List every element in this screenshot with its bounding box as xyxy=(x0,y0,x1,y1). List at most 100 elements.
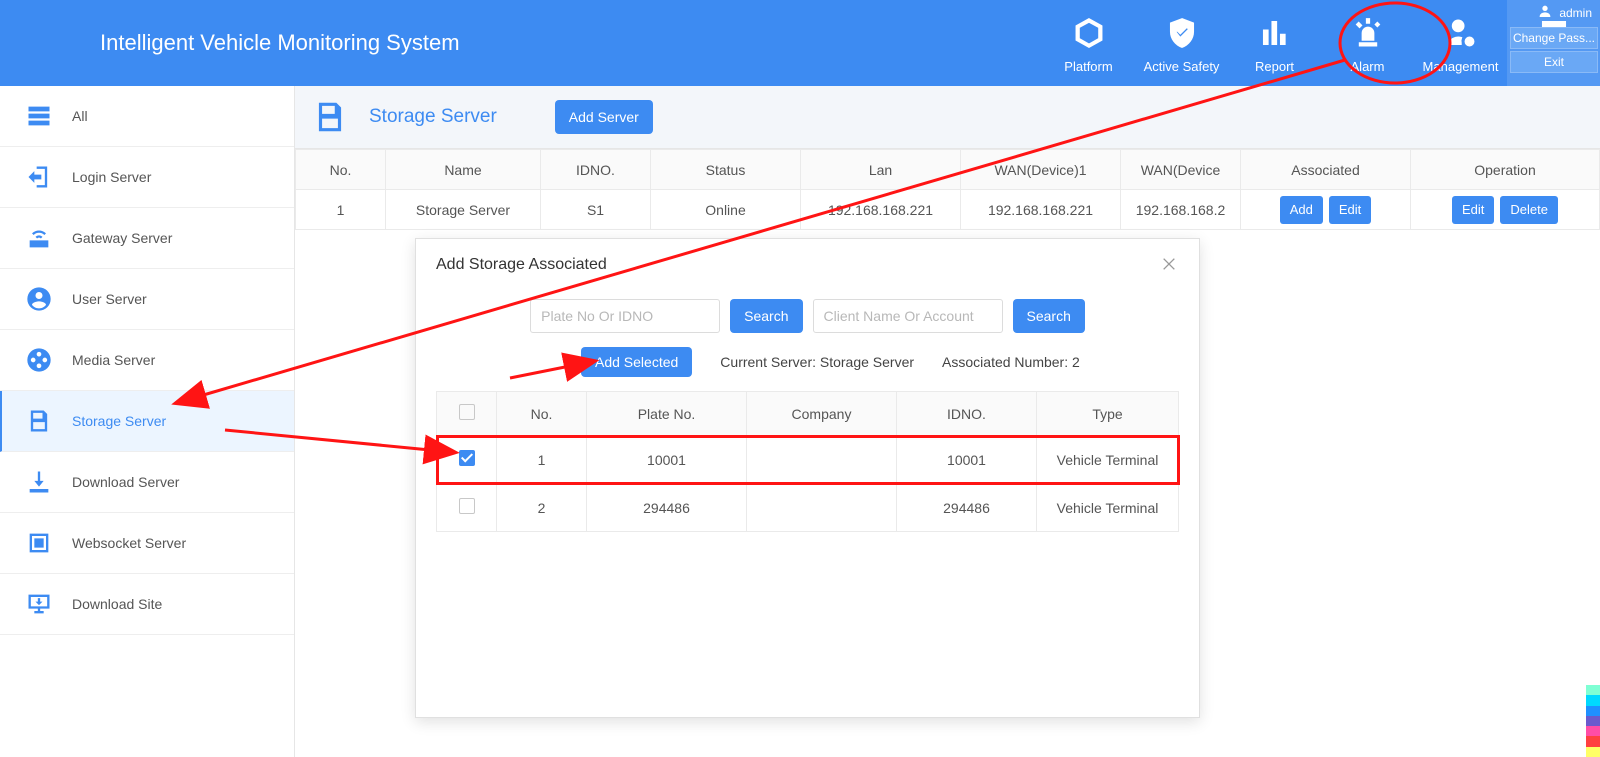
table-row: 1 Storage Server S1 Online 192.168.168.2… xyxy=(296,190,1600,230)
row-checkbox[interactable] xyxy=(459,498,475,514)
col-operation: Operation xyxy=(1411,150,1600,190)
col-no: No. xyxy=(296,150,386,190)
cell-no: 1 xyxy=(296,190,386,230)
sidebar: All Login Server Gateway Server User Ser… xyxy=(0,86,295,757)
cell-lan: 192.168.168.221 xyxy=(801,190,961,230)
row-delete-button[interactable]: Delete xyxy=(1500,196,1558,224)
col-plate: Plate No. xyxy=(587,392,747,436)
sidebar-item-label: User Server xyxy=(72,291,147,307)
app-title: Intelligent Vehicle Monitoring System xyxy=(100,30,460,56)
user-circle-icon xyxy=(24,284,54,314)
shield-check-icon xyxy=(1164,15,1200,51)
monitor-download-icon xyxy=(24,589,54,619)
modal-title: Add Storage Associated xyxy=(436,256,607,274)
col-status: Status xyxy=(651,150,801,190)
cube-icon xyxy=(1071,15,1107,51)
cell-no: 1 xyxy=(497,436,587,484)
change-pass-button[interactable]: Change Pass... xyxy=(1510,27,1598,49)
color-strip xyxy=(1586,685,1600,757)
plate-search-input[interactable] xyxy=(530,299,720,333)
cell-idno: 294486 xyxy=(897,484,1037,532)
cell-idno: 10001 xyxy=(897,436,1037,484)
sidebar-item-download-server[interactable]: Download Server xyxy=(0,452,294,513)
router-icon xyxy=(24,223,54,253)
cell-wan1: 192.168.168.221 xyxy=(961,190,1121,230)
nav-label: Platform xyxy=(1064,59,1112,74)
user-gear-icon xyxy=(1443,15,1479,51)
cell-chk xyxy=(437,484,497,532)
nav-label: Report xyxy=(1255,59,1294,74)
action-row: Add Selected Current Server: Storage Ser… xyxy=(436,347,1179,377)
plate-search-button[interactable]: Search xyxy=(730,299,802,333)
client-search-input[interactable] xyxy=(813,299,1003,333)
add-server-button[interactable]: Add Server xyxy=(555,100,653,134)
cell-idno: S1 xyxy=(541,190,651,230)
assoc-edit-button[interactable]: Edit xyxy=(1329,196,1371,224)
sidebar-item-download-site[interactable]: Download Site xyxy=(0,574,294,635)
sidebar-item-websocket-server[interactable]: Websocket Server xyxy=(0,513,294,574)
close-icon[interactable] xyxy=(1161,256,1179,274)
sidebar-item-user-server[interactable]: User Server xyxy=(0,269,294,330)
sidebar-item-login-server[interactable]: Login Server xyxy=(0,147,294,208)
cell-type: Vehicle Terminal xyxy=(1037,436,1179,484)
sidebar-item-label: Download Site xyxy=(72,596,162,612)
sidebar-item-media-server[interactable]: Media Server xyxy=(0,330,294,391)
sidebar-item-gateway-server[interactable]: Gateway Server xyxy=(0,208,294,269)
bar-chart-icon xyxy=(1257,15,1293,51)
nav-alarm[interactable]: Alarm xyxy=(1321,0,1414,86)
server-table: No. Name IDNO. Status Lan WAN(Device)1 W… xyxy=(295,149,1600,230)
cell-no: 2 xyxy=(497,484,587,532)
h-scrollbar[interactable] xyxy=(0,743,1240,757)
sidebar-item-label: Storage Server xyxy=(72,413,166,429)
user-menu-user[interactable]: admin xyxy=(1510,0,1598,25)
cell-assoc: Add Edit xyxy=(1241,190,1411,230)
table-row[interactable]: 2 294486 294486 Vehicle Terminal xyxy=(437,484,1179,532)
socket-icon xyxy=(24,528,54,558)
exit-button[interactable]: Exit xyxy=(1510,51,1598,73)
sidebar-item-label: Websocket Server xyxy=(72,535,186,551)
nav-management[interactable]: Management xyxy=(1414,0,1507,86)
col-no: No. xyxy=(497,392,587,436)
modal-header: Add Storage Associated xyxy=(416,239,1199,291)
avatar-icon xyxy=(1537,3,1553,22)
page-title: Storage Server xyxy=(369,106,497,128)
siren-icon xyxy=(1350,15,1386,51)
row-edit-button[interactable]: Edit xyxy=(1452,196,1494,224)
associated-number-label: Associated Number: 2 xyxy=(942,354,1080,370)
cell-company xyxy=(747,436,897,484)
main-header: Storage Server Add Server xyxy=(295,86,1600,149)
download-icon xyxy=(24,467,54,497)
search-row: Search Search xyxy=(436,299,1179,333)
col-idno: IDNO. xyxy=(541,150,651,190)
nav-label: Alarm xyxy=(1351,59,1385,74)
sidebar-item-storage-server[interactable]: Storage Server xyxy=(0,391,294,452)
assoc-add-button[interactable]: Add xyxy=(1280,196,1323,224)
cell-plate: 294486 xyxy=(587,484,747,532)
save-icon xyxy=(24,406,54,436)
cell-name: Storage Server xyxy=(386,190,541,230)
cell-operation: Edit Delete xyxy=(1411,190,1600,230)
sidebar-item-all[interactable]: All xyxy=(0,86,294,147)
cell-chk xyxy=(437,436,497,484)
col-lan: Lan xyxy=(801,150,961,190)
cell-status: Online xyxy=(651,190,801,230)
current-server-label: Current Server: Storage Server xyxy=(720,354,914,370)
row-checkbox[interactable] xyxy=(459,450,475,466)
table-row[interactable]: 1 10001 10001 Vehicle Terminal xyxy=(437,436,1179,484)
nav-platform[interactable]: Platform xyxy=(1042,0,1135,86)
col-idno: IDNO. xyxy=(897,392,1037,436)
sidebar-item-label: Login Server xyxy=(72,169,151,185)
select-all-checkbox[interactable] xyxy=(459,404,475,420)
cell-company xyxy=(747,484,897,532)
user-menu: admin Change Pass... Exit xyxy=(1510,0,1598,73)
nav-report[interactable]: Report xyxy=(1228,0,1321,86)
nav-label: Management xyxy=(1423,59,1499,74)
modal-table: No. Plate No. Company IDNO. Type 1 10001… xyxy=(436,391,1179,532)
col-name: Name xyxy=(386,150,541,190)
col-assoc: Associated xyxy=(1241,150,1411,190)
cell-wan2: 192.168.168.2 xyxy=(1121,190,1241,230)
client-search-button[interactable]: Search xyxy=(1013,299,1085,333)
nav-active-safety[interactable]: Active Safety xyxy=(1135,0,1228,86)
add-selected-button[interactable]: Add Selected xyxy=(581,347,692,377)
col-chk xyxy=(437,392,497,436)
